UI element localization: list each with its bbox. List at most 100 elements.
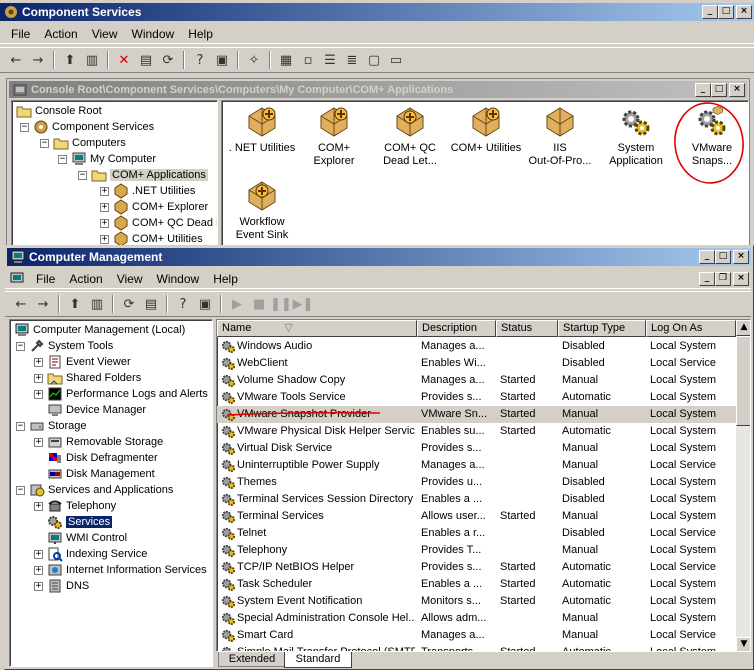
tree-performance-logs[interactable]: + Performance Logs and Alerts bbox=[34, 386, 208, 402]
up-folder-icon[interactable]: ⬆ bbox=[65, 294, 85, 314]
app-net-utilities[interactable]: . NET Utilities bbox=[226, 105, 298, 155]
table-row[interactable]: Windows Audio Manages a... Disabled Local S… bbox=[217, 338, 736, 355]
tree-disk-management[interactable]: Disk Management bbox=[47, 466, 155, 482]
cm-menu-help[interactable]: Help bbox=[206, 272, 245, 286]
detail-view-icon[interactable]: ≣ bbox=[342, 50, 362, 70]
cs-menu-action[interactable]: Action bbox=[37, 27, 84, 41]
export-list-icon[interactable]: ▤ bbox=[141, 294, 161, 314]
tree-net-utilities[interactable]: + .NET Utilities bbox=[100, 183, 195, 199]
new-icon[interactable]: ✧ bbox=[244, 50, 264, 70]
table-row[interactable]: TCP/IP NetBIOS Helper Provides s... Starte… bbox=[217, 559, 736, 576]
tree-event-viewer[interactable]: + Event Viewer bbox=[34, 354, 131, 370]
status-view-icon[interactable]: ▢ bbox=[364, 50, 384, 70]
tree-services[interactable]: Services bbox=[47, 514, 113, 530]
console-root-titlebar[interactable]: Console Root\Component Services\Computer… bbox=[9, 81, 747, 98]
tree-disk-defragmenter[interactable]: Disk Defragmenter bbox=[47, 450, 158, 466]
cm-titlebar[interactable]: Computer Management _ □ × bbox=[7, 248, 751, 266]
tree-com-applications[interactable]: − COM+ Applications bbox=[78, 167, 208, 183]
help-icon[interactable]: ? bbox=[190, 50, 210, 70]
cm-child-minimize-button[interactable]: _ bbox=[699, 272, 715, 286]
table-row[interactable]: Uninterruptible Power Supply Manages a...… bbox=[217, 457, 736, 474]
tree-com-explorer[interactable]: + COM+ Explorer bbox=[100, 199, 208, 215]
tree-indexing-service[interactable]: + Indexing Service bbox=[34, 546, 147, 562]
tree-iis[interactable]: + Internet Information Services bbox=[34, 562, 207, 578]
tab-standard[interactable]: Standard bbox=[284, 652, 352, 668]
tree-console-root[interactable]: Console Root bbox=[16, 103, 102, 119]
cm-menu-window[interactable]: Window bbox=[150, 272, 207, 286]
tree-shared-folders[interactable]: + Shared Folders bbox=[34, 370, 141, 386]
table-row[interactable]: WebClient Enables Wi... Disabled Local Serv… bbox=[217, 355, 736, 372]
list-view-icon[interactable]: ☰ bbox=[320, 50, 340, 70]
vertical-scrollbar[interactable]: ▲ ▼ bbox=[736, 320, 750, 651]
refresh-icon[interactable]: ⟳ bbox=[119, 294, 139, 314]
refresh-icon[interactable]: ⟳ bbox=[158, 50, 178, 70]
table-row[interactable]: VMware Physical Disk Helper Service Enabl… bbox=[217, 423, 736, 440]
show-tree-icon[interactable]: ▥ bbox=[82, 50, 102, 70]
properties-icon[interactable]: ▤ bbox=[136, 50, 156, 70]
cm-menu-view[interactable]: View bbox=[110, 272, 150, 286]
app-iis-out-of-process[interactable]: IIS Out-Of-Pro... bbox=[524, 105, 596, 168]
cm-child-close-button[interactable]: × bbox=[733, 272, 749, 286]
tree-removable-storage[interactable]: + Removable Storage bbox=[34, 434, 163, 450]
cm-menu-file[interactable]: File bbox=[29, 272, 62, 286]
table-row[interactable]: System Event Notification Monitors s... St… bbox=[217, 593, 736, 610]
cs-minimize-button[interactable]: _ bbox=[702, 5, 718, 19]
table-row[interactable]: Themes Provides u... Disabled Local System bbox=[217, 474, 736, 491]
tree-dns[interactable]: + DNS bbox=[34, 578, 89, 594]
up-folder-icon[interactable]: ⬆ bbox=[60, 50, 80, 70]
scroll-up-button[interactable]: ▲ bbox=[736, 320, 750, 336]
start-service-icon[interactable]: ▶ bbox=[227, 294, 247, 314]
computer-management-icon[interactable] bbox=[9, 271, 25, 287]
delete-icon[interactable]: ✕ bbox=[114, 50, 134, 70]
table-row[interactable]: Smart Card Manages a... Manual Local Servic… bbox=[217, 627, 736, 644]
cm-minimize-button[interactable]: _ bbox=[699, 250, 715, 264]
show-tree-icon[interactable]: ▥ bbox=[87, 294, 107, 314]
tree-com-qc-dead-letter[interactable]: + COM+ QC Dead L bbox=[100, 215, 217, 231]
table-row[interactable]: Special Administration Console Hel... All… bbox=[217, 610, 736, 627]
help-icon[interactable]: ? bbox=[173, 294, 193, 314]
tree-computers[interactable]: − Computers bbox=[40, 135, 126, 151]
small-icons-view-icon[interactable]: ▫ bbox=[298, 50, 318, 70]
computer-icon[interactable]: ▭ bbox=[386, 50, 406, 70]
app-workflow-event-sink[interactable]: Workflow Event Sink bbox=[226, 179, 298, 242]
large-icons-view-icon[interactable]: ▦ bbox=[276, 50, 296, 70]
cs-menu-window[interactable]: Window bbox=[125, 27, 182, 41]
cs-titlebar[interactable]: Component Services _ □ × bbox=[0, 3, 754, 21]
forward-arrow-icon[interactable]: → bbox=[28, 50, 48, 70]
cm-menu-action[interactable]: Action bbox=[62, 272, 109, 286]
pause-service-icon[interactable]: ❚❚ bbox=[270, 294, 292, 314]
show-pane-icon[interactable]: ▣ bbox=[212, 50, 232, 70]
cm-child-restore-button[interactable]: ❐ bbox=[715, 272, 731, 286]
stop-service-icon[interactable]: ■ bbox=[249, 294, 269, 314]
col-header-log-on-as[interactable]: Log On As bbox=[646, 320, 736, 337]
col-header-description[interactable]: Description bbox=[417, 320, 496, 337]
table-row[interactable]: Virtual Disk Service Provides s... Manual L… bbox=[217, 440, 736, 457]
tree-system-tools[interactable]: − System Tools bbox=[16, 338, 113, 354]
back-arrow-icon[interactable]: ← bbox=[11, 294, 31, 314]
scroll-thumb[interactable] bbox=[736, 336, 750, 426]
table-row[interactable]: Terminal Services Session Directory Enabl… bbox=[217, 491, 736, 508]
cs-menu-help[interactable]: Help bbox=[181, 27, 220, 41]
table-row[interactable]: Telnet Enables a r... Disabled Local Servic… bbox=[217, 525, 736, 542]
app-system-application[interactable]: System Application bbox=[600, 105, 672, 168]
tree-storage[interactable]: − Storage bbox=[16, 418, 87, 434]
cs-maximize-button[interactable]: □ bbox=[718, 5, 734, 19]
scroll-down-button[interactable]: ▼ bbox=[736, 637, 750, 651]
app-com-explorer[interactable]: COM+ Explorer bbox=[298, 105, 370, 168]
tree-wmi-control[interactable]: WMI Control bbox=[47, 530, 127, 546]
restart-service-icon[interactable]: ▶❚ bbox=[293, 294, 314, 314]
table-row[interactable]: Simple Mail Transfer Protocol (SMTP) Tran… bbox=[217, 644, 736, 651]
tab-extended[interactable]: Extended bbox=[218, 652, 286, 667]
app-com-utilities[interactable]: COM+ Utilities bbox=[450, 105, 522, 155]
table-row[interactable]: VMware Tools Service Provides s... Started… bbox=[217, 389, 736, 406]
show-pane-icon[interactable]: ▣ bbox=[195, 294, 215, 314]
table-row[interactable]: Task Scheduler Enables a ... Started Automa… bbox=[217, 576, 736, 593]
forward-arrow-icon[interactable]: → bbox=[33, 294, 53, 314]
tree-component-services[interactable]: − Component Services bbox=[20, 119, 154, 135]
cs-menu-file[interactable]: File bbox=[4, 27, 37, 41]
cs-menu-view[interactable]: View bbox=[85, 27, 125, 41]
cm-close-button[interactable]: × bbox=[733, 250, 749, 264]
tree-computer-management-local[interactable]: Computer Management (Local) bbox=[14, 322, 185, 338]
col-header-status[interactable]: Status bbox=[496, 320, 558, 337]
table-row[interactable]: Volume Shadow Copy Manages a... Started Man… bbox=[217, 372, 736, 389]
